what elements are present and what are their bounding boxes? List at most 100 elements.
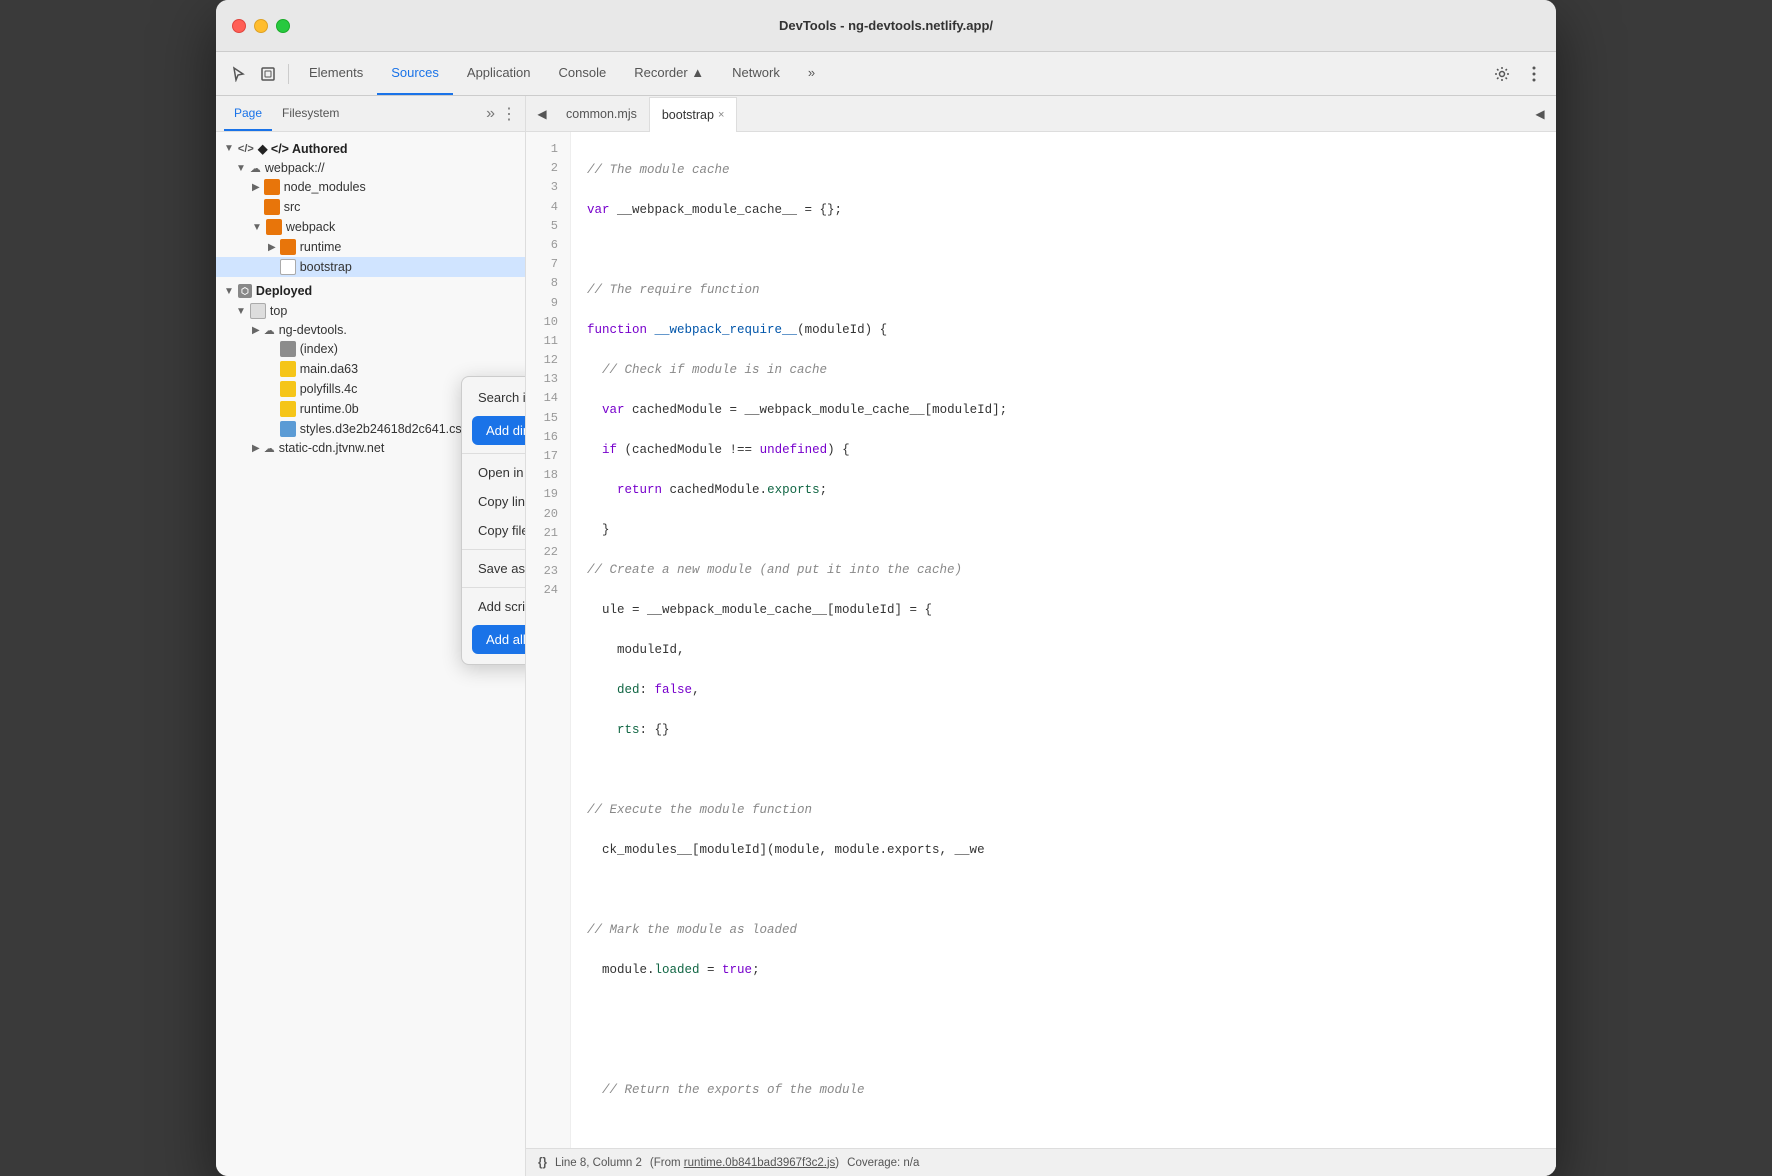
ctx-separator-2 xyxy=(462,549,526,550)
inspect-icon[interactable] xyxy=(254,60,282,88)
minimize-button[interactable] xyxy=(254,19,268,33)
top-folder[interactable]: ▼ top xyxy=(216,301,525,321)
webpack-folder[interactable]: ▼ webpack xyxy=(216,217,525,237)
code-line-12: ule = __webpack_module_cache__[moduleId]… xyxy=(587,600,1540,620)
ctx-separator-1 xyxy=(462,453,526,454)
more-options-icon[interactable] xyxy=(1520,60,1548,88)
settings-icon[interactable] xyxy=(1488,60,1516,88)
code-content[interactable]: // The module cache var __webpack_module… xyxy=(571,132,1556,1148)
file-icon-runtime xyxy=(280,401,296,417)
static-cdn-chevron: ▶ xyxy=(252,443,260,454)
sidebar-tab-page[interactable]: Page xyxy=(224,96,272,131)
sidebar-tab-more[interactable]: » xyxy=(486,105,495,123)
runtime-folder[interactable]: ▶ runtime xyxy=(216,237,525,257)
close-button[interactable] xyxy=(232,19,246,33)
code-line-2: var __webpack_module_cache__ = {}; xyxy=(587,200,1540,220)
toolbar-right xyxy=(1488,60,1548,88)
file-icon-bootstrap xyxy=(280,259,296,275)
file-icon-index xyxy=(280,341,296,357)
line-2: 2 xyxy=(534,159,558,178)
authored-section[interactable]: ▼ </> ◆ </> Authored xyxy=(216,138,525,159)
node-modules-folder[interactable]: ▶ node_modules xyxy=(216,177,525,197)
code-line-6: // Check if module is in cache xyxy=(587,360,1540,380)
line-12: 12 xyxy=(534,351,558,370)
ctx-save-as[interactable]: Save as... xyxy=(462,554,526,583)
code-line-5: function __webpack_require__(moduleId) { xyxy=(587,320,1540,340)
file-icon-styles xyxy=(280,421,296,437)
file-icon-polyfills xyxy=(280,381,296,397)
code-tab-left-arrow[interactable]: ◀ xyxy=(530,102,554,126)
line-18: 18 xyxy=(534,466,558,485)
tab-application[interactable]: Application xyxy=(453,52,545,95)
toolbar-separator xyxy=(288,64,289,84)
line-20: 20 xyxy=(534,505,558,524)
ctx-add-directory-btn[interactable]: Add directory to ignore list xyxy=(472,416,526,445)
status-bar: {} Line 8, Column 2 (From runtime.0b841b… xyxy=(526,1148,1556,1176)
index-file[interactable]: ▶ (index) xyxy=(216,339,525,359)
tab-console[interactable]: Console xyxy=(545,52,621,95)
ng-devtools-chevron: ▶ xyxy=(252,325,260,336)
folder-icon-src xyxy=(264,199,280,215)
code-panel: ◀ common.mjs bootstrap × ◀ 1 2 xyxy=(526,96,1556,1176)
sidebar-tab-filesystem[interactable]: Filesystem xyxy=(272,96,349,131)
ctx-search-in-folder[interactable]: Search in folder xyxy=(462,383,526,412)
src-folder[interactable]: ▶ src xyxy=(216,197,525,217)
status-source-link[interactable]: runtime.0b841bad3967f3c2.js xyxy=(684,1157,836,1169)
cloud-icon-webpack: ☁ xyxy=(250,162,261,175)
line-6: 6 xyxy=(534,236,558,255)
code-editor[interactable]: 1 2 3 4 5 6 7 8 9 10 11 12 13 14 xyxy=(526,132,1556,1148)
code-line-1: // The module cache xyxy=(587,160,1540,180)
line-14: 14 xyxy=(534,389,558,408)
code-tab-common[interactable]: common.mjs xyxy=(554,96,649,131)
code-line-10: } xyxy=(587,520,1540,540)
line-22: 22 xyxy=(534,543,558,562)
code-tab-close-btn[interactable]: × xyxy=(718,109,724,121)
line-9: 9 xyxy=(534,294,558,313)
ctx-open-new-tab[interactable]: Open in new tab xyxy=(462,458,526,487)
ctx-separator-3 xyxy=(462,587,526,588)
runtime-chevron: ▶ xyxy=(268,242,276,253)
webpack-section[interactable]: ▼ ☁ webpack:// xyxy=(216,159,525,177)
line-8: 8 xyxy=(534,274,558,293)
code-tab-bootstrap[interactable]: bootstrap × xyxy=(649,97,738,132)
code-tab-right-arrow[interactable]: ◀ xyxy=(1528,102,1552,126)
deployed-chevron: ▼ xyxy=(224,286,234,297)
sidebar: Page Filesystem » ⋮ ▼ xyxy=(216,96,526,1176)
code-line-21: module.loaded = true; xyxy=(587,960,1540,980)
sidebar-three-dots[interactable]: ⋮ xyxy=(501,104,517,124)
deployed-cube-icon: ⬡ xyxy=(238,284,252,298)
file-icon-main xyxy=(280,361,296,377)
ctx-add-script[interactable]: Add script to ignore list xyxy=(462,592,526,621)
code-line-7: var cachedModule = __webpack_module_cach… xyxy=(587,400,1540,420)
code-line-14: ded: false, xyxy=(587,680,1540,700)
tab-network[interactable]: Network xyxy=(718,52,794,95)
bootstrap-file[interactable]: ▶ bootstrap xyxy=(216,257,525,277)
devtools-window: DevTools - ng-devtools.netlify.app/ Elem… xyxy=(216,0,1556,1176)
ctx-copy-file-name[interactable]: Copy file name xyxy=(462,516,526,545)
line-numbers: 1 2 3 4 5 6 7 8 9 10 11 12 13 14 xyxy=(526,132,571,1148)
line-17: 17 xyxy=(534,447,558,466)
tab-bar: Elements Sources Application Console Rec… xyxy=(295,52,1486,95)
deployed-section[interactable]: ▼ ⬡ Deployed xyxy=(216,281,525,301)
cloud-icon-static: ☁ xyxy=(264,442,275,455)
code-line-22 xyxy=(587,1000,1540,1020)
ng-devtools-folder[interactable]: ▶ ☁ ng-devtools. xyxy=(216,321,525,339)
ctx-add-all-third-party-btn[interactable]: Add all third-party scripts to ignore li… xyxy=(472,625,526,654)
sidebar-inner: Page Filesystem » ⋮ ▼ xyxy=(216,96,525,1176)
code-line-20: // Mark the module as loaded xyxy=(587,920,1540,940)
code-line-15: rts: {} xyxy=(587,720,1540,740)
authored-chevron: ▼ xyxy=(224,143,234,154)
code-line-9: return cachedModule.exports; xyxy=(587,480,1540,500)
tab-sources[interactable]: Sources xyxy=(377,52,453,95)
maximize-button[interactable] xyxy=(276,19,290,33)
line-24: 24 xyxy=(534,581,558,600)
ctx-copy-link[interactable]: Copy link address xyxy=(462,487,526,516)
code-line-19 xyxy=(587,880,1540,900)
tab-elements[interactable]: Elements xyxy=(295,52,377,95)
main-toolbar: Elements Sources Application Console Rec… xyxy=(216,52,1556,96)
cursor-tool-icon[interactable] xyxy=(224,60,252,88)
webpack-folder-chevron: ▼ xyxy=(252,222,262,233)
window-title: DevTools - ng-devtools.netlify.app/ xyxy=(779,18,993,33)
tab-more[interactable]: » xyxy=(794,52,829,95)
tab-recorder[interactable]: Recorder ▲ xyxy=(620,52,718,95)
